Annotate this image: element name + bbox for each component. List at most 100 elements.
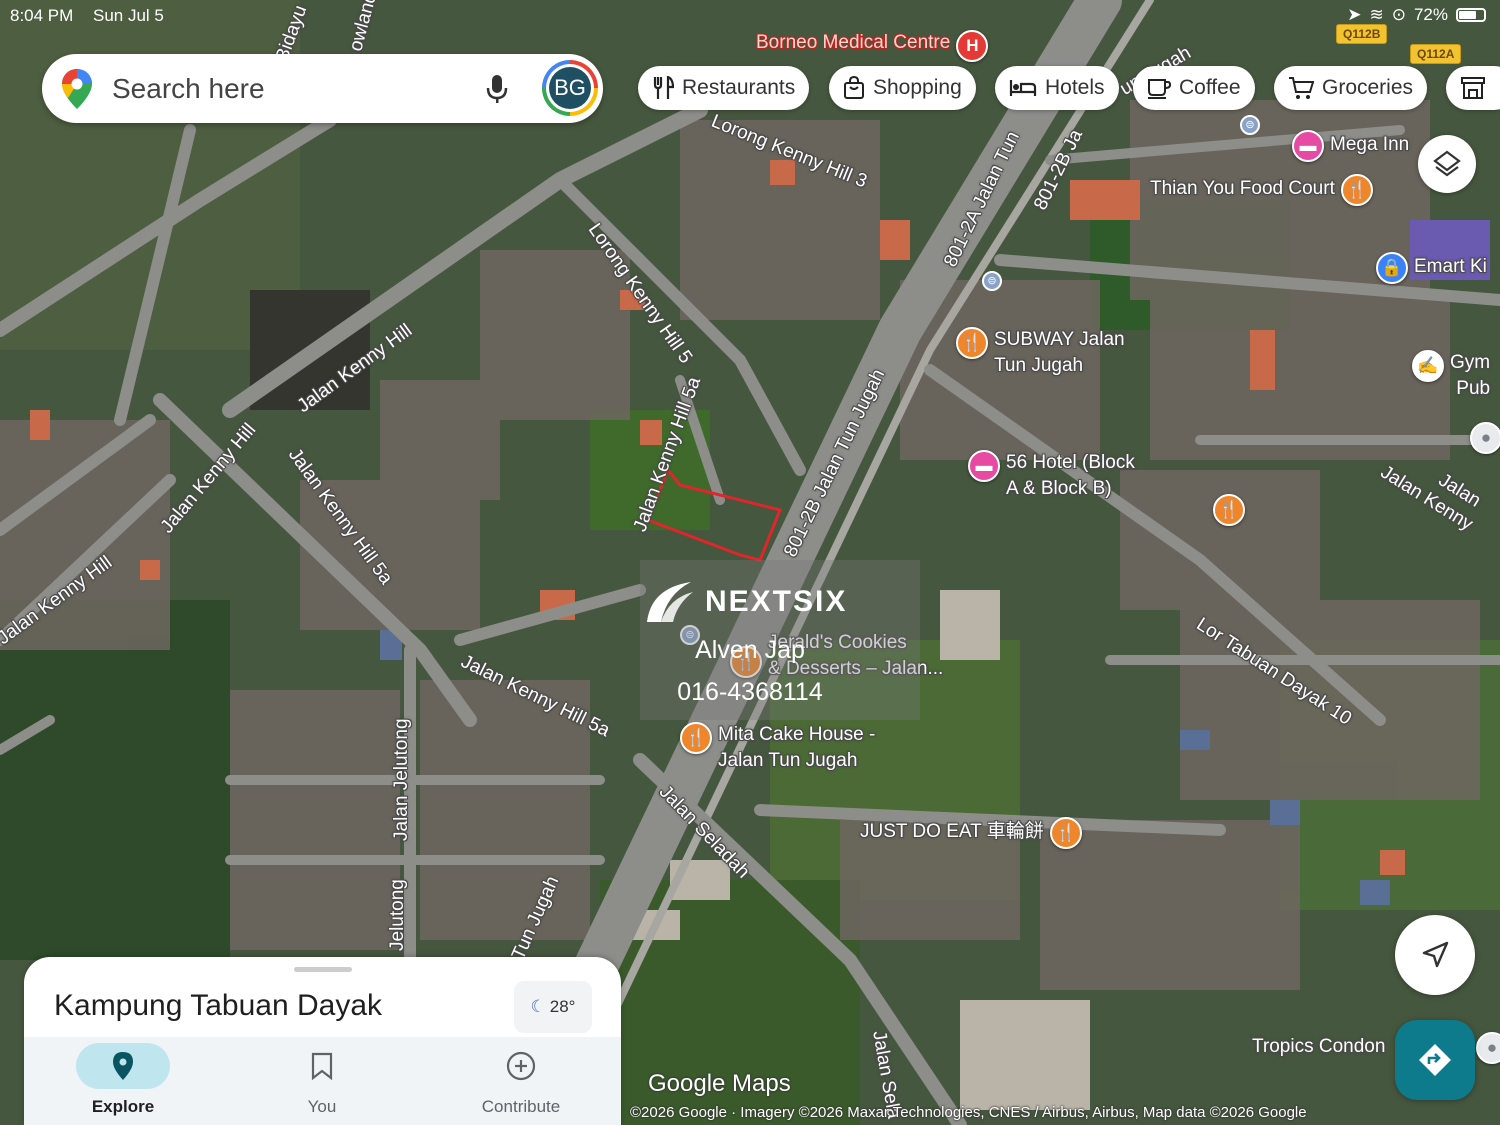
hospital-icon: H <box>956 30 989 62</box>
poi-borneo-medical-centre[interactable]: H Borneo Medical Centre <box>756 30 989 62</box>
nav-label: Contribute <box>481 1097 561 1116</box>
nav-explore-pill <box>76 1043 170 1089</box>
restaurant-icon: 🍴 <box>680 722 712 754</box>
watermark-agent: Alven Jap <box>695 636 805 664</box>
poi-mega-inn[interactable]: ▬ Mega Inn <box>1292 130 1409 162</box>
chip-label: Coffee <box>1179 76 1241 99</box>
nav-label: You <box>307 1097 337 1116</box>
avatar-ring: BG <box>546 64 594 112</box>
chip-label: Restaurants <box>682 76 796 99</box>
restaurant-icon: 🍴 <box>956 327 988 359</box>
microphone-icon[interactable] <box>486 74 508 104</box>
bus-stop-icon[interactable]: ⊜ <box>1240 115 1260 135</box>
chip-label: Hotels <box>1045 76 1105 99</box>
gym-icon: ✍ <box>1412 350 1444 382</box>
screen-lock-icon: ⊙ <box>1391 5 1406 24</box>
cart-icon <box>1289 77 1314 99</box>
poi-label: Tropics Condon <box>1252 1036 1386 1057</box>
restaurant-icon[interactable]: 🍴 <box>1213 494 1245 526</box>
poi-label: 56 Hotel (Block A & Block B) <box>1006 452 1135 499</box>
watermark-phone: 016-4368114 <box>677 678 823 706</box>
watermark-brand-text: NEXTSIX <box>705 585 848 618</box>
chip-label: Groceries <box>1322 76 1414 99</box>
bus-stop-icon[interactable]: ⊜ <box>982 271 1002 291</box>
google-maps-pin-icon <box>62 69 92 109</box>
road-label: Jelutong <box>387 879 408 951</box>
chip-more[interactable] <box>1446 66 1500 110</box>
route-badge: Q112A <box>1410 44 1462 64</box>
nav-you[interactable]: You <box>262 1037 382 1117</box>
nav-contribute-icon-wrap <box>461 1043 581 1089</box>
search-input[interactable]: Search here <box>112 73 265 105</box>
place-pin-icon[interactable]: ● <box>1476 1032 1500 1064</box>
map-attribution[interactable]: ©2026 Google · Imagery ©2026 Maxar Techn… <box>630 1104 1307 1121</box>
nextsix-logo-icon <box>647 582 693 622</box>
coffee-cup-icon <box>1148 79 1171 99</box>
location-arrow-icon: ➤ <box>1347 5 1362 24</box>
poi-just-do-eat[interactable]: 🍴 JUST DO EAT 車輪餅 <box>860 817 1082 849</box>
poi-label: Emart Ki <box>1414 256 1487 277</box>
watermark-brand: NEXTSIX <box>643 578 847 626</box>
place-title: Kampung Tabuan Dayak <box>54 989 383 1022</box>
chip-restaurants[interactable]: Restaurants <box>638 66 810 110</box>
layers-icon <box>1433 150 1461 177</box>
chip-shopping[interactable]: Shopping <box>829 66 976 110</box>
fork-knife-icon <box>653 76 674 99</box>
hotel-icon: ▬ <box>968 450 1000 482</box>
my-location-button[interactable] <box>1395 915 1475 995</box>
bed-icon <box>1009 80 1037 96</box>
status-time: 8:04 PM <box>10 6 74 25</box>
search-bar[interactable]: Search here BG <box>42 54 603 123</box>
poi-emart[interactable]: 🔒 Emart Ki <box>1376 252 1487 284</box>
bottom-nav: Explore You Contribute <box>24 1037 621 1125</box>
shopping-icon: 🔒 <box>1376 252 1408 284</box>
poi-label: Gym Pub <box>1450 352 1491 399</box>
poi-mita-cake-house[interactable]: 🍴 Mita Cake House - Jalan Tun Jugah <box>680 722 875 774</box>
road-label: Jalan Jelutong <box>391 718 412 841</box>
poi-label: SUBWAY Jalan Tun Jugah <box>994 329 1125 376</box>
directions-button[interactable] <box>1395 1020 1475 1100</box>
account-avatar[interactable]: BG <box>542 60 598 116</box>
restaurant-icon: 🍴 <box>1049 817 1082 849</box>
bottom-sheet[interactable]: Kampung Tabuan Dayak ☾ 28° Explore You C… <box>24 957 621 1125</box>
shopping-bag-icon <box>844 76 864 99</box>
poi-label: Borneo Medical Centre <box>756 32 951 53</box>
nav-explore[interactable]: Explore <box>63 1037 183 1117</box>
status-date: Sun Jul 5 <box>93 6 164 25</box>
hotel-icon: ▬ <box>1292 130 1324 162</box>
poi-label: Thian You Food Court <box>1150 178 1335 199</box>
chip-hotels[interactable]: Hotels <box>995 66 1119 110</box>
nav-label: Explore <box>91 1097 155 1116</box>
location-pin-icon <box>113 1052 133 1080</box>
layers-button[interactable] <box>1418 135 1476 193</box>
poi-label: Mita Cake House - Jalan Tun Jugah <box>718 724 876 771</box>
poi-tropics-condo[interactable]: Tropics Condon <box>1252 1034 1385 1060</box>
status-bar: 8:04 PM Sun Jul 5 ➤ ≋ ⊙ 72% <box>0 0 1500 30</box>
weather-chip[interactable]: ☾ 28° <box>514 981 592 1033</box>
battery-icon <box>1456 8 1486 22</box>
wifi-icon: ≋ <box>1369 5 1384 24</box>
chip-label: Shopping <box>873 76 962 99</box>
restaurant-icon: 🍴 <box>1340 174 1373 206</box>
directions-icon <box>1419 1044 1451 1076</box>
poi-label: JUST DO EAT 車輪餅 <box>860 821 1044 842</box>
poi-gym-pub[interactable]: ✍ Gym Pub <box>1412 350 1490 402</box>
place-pin-icon[interactable]: ● <box>1470 422 1500 454</box>
poi-56-hotel[interactable]: ▬ 56 Hotel (Block A & Block B) <box>968 450 1135 502</box>
poi-thian-you-food-court[interactable]: 🍴 Thian You Food Court <box>1150 174 1373 206</box>
store-icon <box>1461 77 1485 99</box>
nav-you-icon-wrap <box>262 1043 382 1089</box>
bookmark-icon <box>311 1052 333 1080</box>
google-maps-logo: Google Maps <box>648 1070 791 1097</box>
battery-percent: 72% <box>1413 5 1448 24</box>
chip-groceries[interactable]: Groceries <box>1274 66 1428 110</box>
add-circle-icon <box>506 1051 536 1081</box>
temperature: 28° <box>549 997 576 1016</box>
sheet-drag-handle[interactable] <box>294 967 352 972</box>
navigation-arrow-icon <box>1422 941 1449 968</box>
poi-subway[interactable]: 🍴 SUBWAY Jalan Tun Jugah <box>956 327 1125 379</box>
chip-coffee[interactable]: Coffee <box>1133 66 1255 110</box>
nav-contribute[interactable]: Contribute <box>461 1037 581 1117</box>
avatar-initials: BG <box>549 67 591 109</box>
moon-icon: ☾ <box>530 997 546 1016</box>
